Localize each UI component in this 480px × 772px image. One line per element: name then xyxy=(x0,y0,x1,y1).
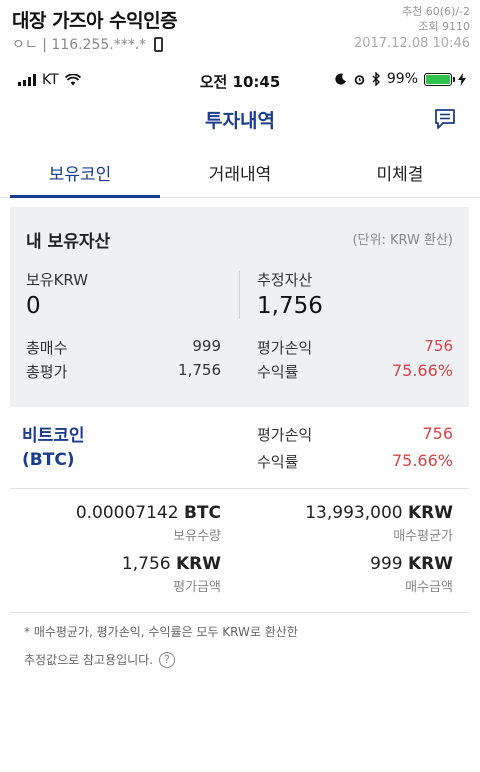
help-icon[interactable]: ? xyxy=(159,651,176,668)
divider xyxy=(239,271,240,319)
footnote-text-2: 추정값으로 참고용입니다. xyxy=(24,653,154,667)
coin-name-korean: 비트코인 xyxy=(22,426,85,446)
holding-amount-value: 0.00007142 xyxy=(75,503,179,523)
est-assets-value: 1,756 xyxy=(257,293,323,319)
coin-symbol: (BTC) xyxy=(22,450,75,470)
eval-unit: KRW xyxy=(175,554,221,574)
buy-unit: KRW xyxy=(407,554,453,574)
post-stats: 추천 60(6)/-2 조회 9110 xyxy=(402,4,470,34)
holding-unit: BTC xyxy=(183,503,221,523)
tab-holdings[interactable]: 보유코인 xyxy=(0,150,160,198)
app-bar: 투자내역 xyxy=(0,100,480,140)
notes-divider xyxy=(10,612,469,613)
moon-icon xyxy=(335,73,346,85)
mobile-icon xyxy=(154,36,164,52)
recommend-count: 추천 60(6)/-2 xyxy=(402,5,470,18)
alarm-icon xyxy=(354,74,365,85)
status-right: 99% xyxy=(335,71,466,87)
post-author: ㅇㄴ | 116.255.***.* xyxy=(12,34,164,54)
buy-caption: 매수금액 xyxy=(405,580,453,595)
status-bar: KT 오전 10:45 99% xyxy=(0,60,480,100)
pl-label: 평가손익 xyxy=(257,339,313,357)
summary-title: 내 보유자산 xyxy=(26,232,111,252)
tab-bar: 보유코인 거래내역 미체결 xyxy=(0,150,480,198)
battery-percent: 99% xyxy=(386,71,418,87)
avg-price-value: 13,993,000 xyxy=(305,503,403,523)
total-buy-value: 999 xyxy=(192,337,221,355)
tab-pending[interactable]: 미체결 xyxy=(320,150,480,197)
krw-value: 0 xyxy=(26,293,41,319)
author-ip: ㅇㄴ | 116.255.***.* xyxy=(12,37,147,53)
post-title: 대장 가즈아 수익인증 xyxy=(12,10,178,32)
coin-rate-value: 75.66% xyxy=(391,451,453,470)
bluetooth-icon xyxy=(372,72,380,86)
coin-rate-label: 수익률 xyxy=(257,453,299,471)
total-eval-value: 1,756 xyxy=(178,361,221,379)
avg-price-caption: 매수평균가 xyxy=(393,529,453,544)
charging-icon xyxy=(458,72,466,86)
unit-note: (단위: KRW 환산) xyxy=(352,233,453,248)
eval-amount: 1,756 KRW 평가금액 xyxy=(122,554,221,595)
coin-divider xyxy=(10,488,469,489)
avg-price: 13,993,000 KRW 매수평균가 xyxy=(305,503,453,544)
battery-icon xyxy=(424,72,455,86)
footnote-line2: 추정값으로 참고용입니다. ? xyxy=(24,651,176,668)
rate-value: 75.66% xyxy=(391,361,453,380)
buy-amount: 999 KRW 매수금액 xyxy=(370,554,453,595)
post-date: 2017.12.08 10:46 xyxy=(353,36,470,51)
post-header: 대장 가즈아 수익인증 ㅇㄴ | 116.255.***.* 추천 60(6)/… xyxy=(0,0,480,60)
chat-icon[interactable] xyxy=(434,108,456,130)
asset-summary: 내 보유자산 (단위: KRW 환산) 보유KRW 0 추정자산 1,756 총… xyxy=(10,207,469,407)
avg-price-unit: KRW xyxy=(407,503,453,523)
eval-caption: 평가금액 xyxy=(173,580,221,595)
krw-label: 보유KRW xyxy=(26,271,89,289)
holding-caption: 보유수량 xyxy=(173,529,221,544)
holding-amount: 0.00007142 BTC 보유수량 xyxy=(76,503,221,544)
buy-amount-value: 999 xyxy=(370,554,403,574)
footnote-text-1: * 매수평균가, 평가손익, 수익률은 모두 KRW로 환산한 xyxy=(24,625,298,639)
footnote-line1: * 매수평균가, 평가손익, 수익률은 모두 KRW로 환산한 xyxy=(24,623,298,640)
coin-pl-value: 756 xyxy=(422,424,453,443)
coin-name[interactable]: 비트코인 (BTC) xyxy=(22,424,85,472)
view-count: 조회 9110 xyxy=(418,20,470,33)
page-title: 투자내역 xyxy=(205,110,275,132)
rate-label: 수익률 xyxy=(257,363,299,381)
total-buy-label: 총매수 xyxy=(26,339,68,357)
total-eval-label: 총평가 xyxy=(26,363,68,381)
eval-amount-value: 1,756 xyxy=(121,554,171,574)
pl-value: 756 xyxy=(424,337,453,355)
coin-pl-label: 평가손익 xyxy=(257,426,313,444)
tab-history[interactable]: 거래내역 xyxy=(160,150,320,197)
est-assets-label: 추정자산 xyxy=(257,271,313,289)
